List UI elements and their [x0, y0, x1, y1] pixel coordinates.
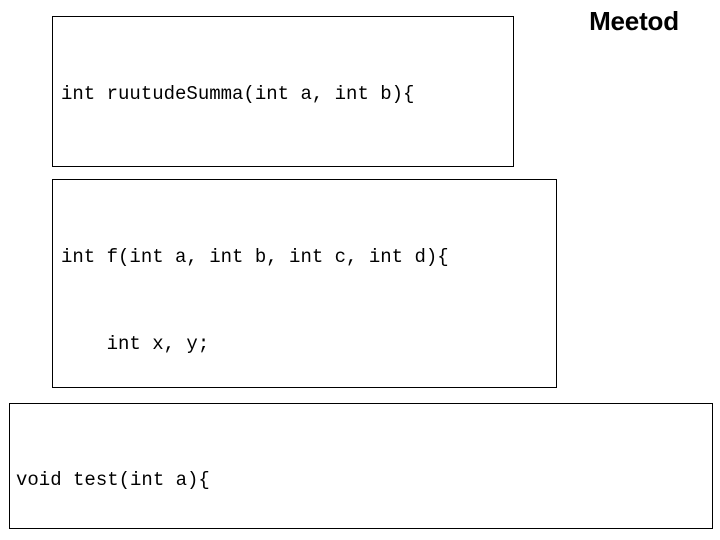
- code-block: void test(int a){ System.out.println(“Ku…: [10, 404, 712, 528]
- code-block: int ruutudeSumma(int a, int b){ int c; c…: [53, 17, 513, 166]
- slide-canvas: Meetod int ruutudeSumma(int a, int b){ i…: [0, 0, 720, 540]
- code-line: int f(int a, int b, int c, int d){: [61, 246, 449, 268]
- page-title: Meetod: [589, 6, 679, 36]
- code-line: int x, y;: [61, 333, 210, 355]
- code-box-f: int f(int a, int b, int c, int d){ int x…: [52, 179, 557, 388]
- code-box-ruutude-summa: int ruutudeSumma(int a, int b){ int c; c…: [52, 16, 514, 167]
- code-box-test: void test(int a){ System.out.println(“Ku…: [9, 403, 713, 529]
- code-line: int ruutudeSumma(int a, int b){: [61, 83, 415, 105]
- code-line: void test(int a){: [16, 469, 210, 491]
- code-block: int f(int a, int b, int c, int d){ int x…: [53, 180, 556, 387]
